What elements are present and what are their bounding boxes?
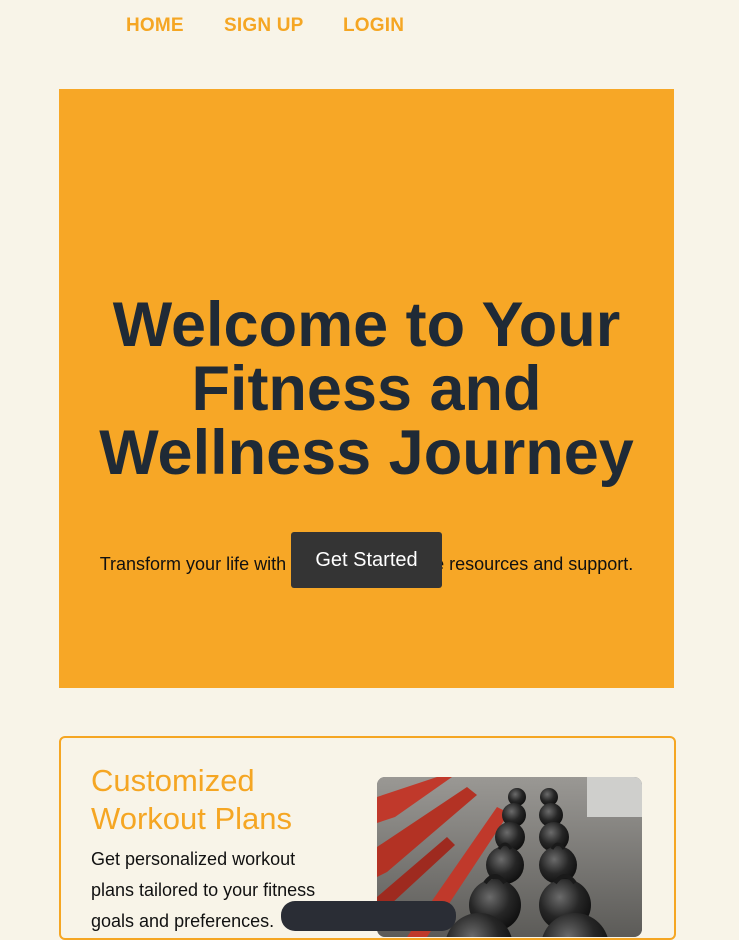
hero-title: Welcome to Your Fitness and Wellness Jou… <box>99 290 634 488</box>
nav-home-link[interactable]: HOME <box>126 15 184 37</box>
floating-toolbar[interactable] <box>281 901 456 931</box>
top-nav: HOME SIGN UP LOGIN <box>0 0 739 55</box>
feature-title: Customized Workout Plans <box>91 763 293 836</box>
get-started-button[interactable]: Get Started <box>291 532 442 588</box>
nav-login-link[interactable]: LOGIN <box>343 15 404 37</box>
hero-section: Welcome to Your Fitness and Wellness Jou… <box>59 89 674 688</box>
nav-signup-link[interactable]: SIGN UP <box>224 15 304 37</box>
